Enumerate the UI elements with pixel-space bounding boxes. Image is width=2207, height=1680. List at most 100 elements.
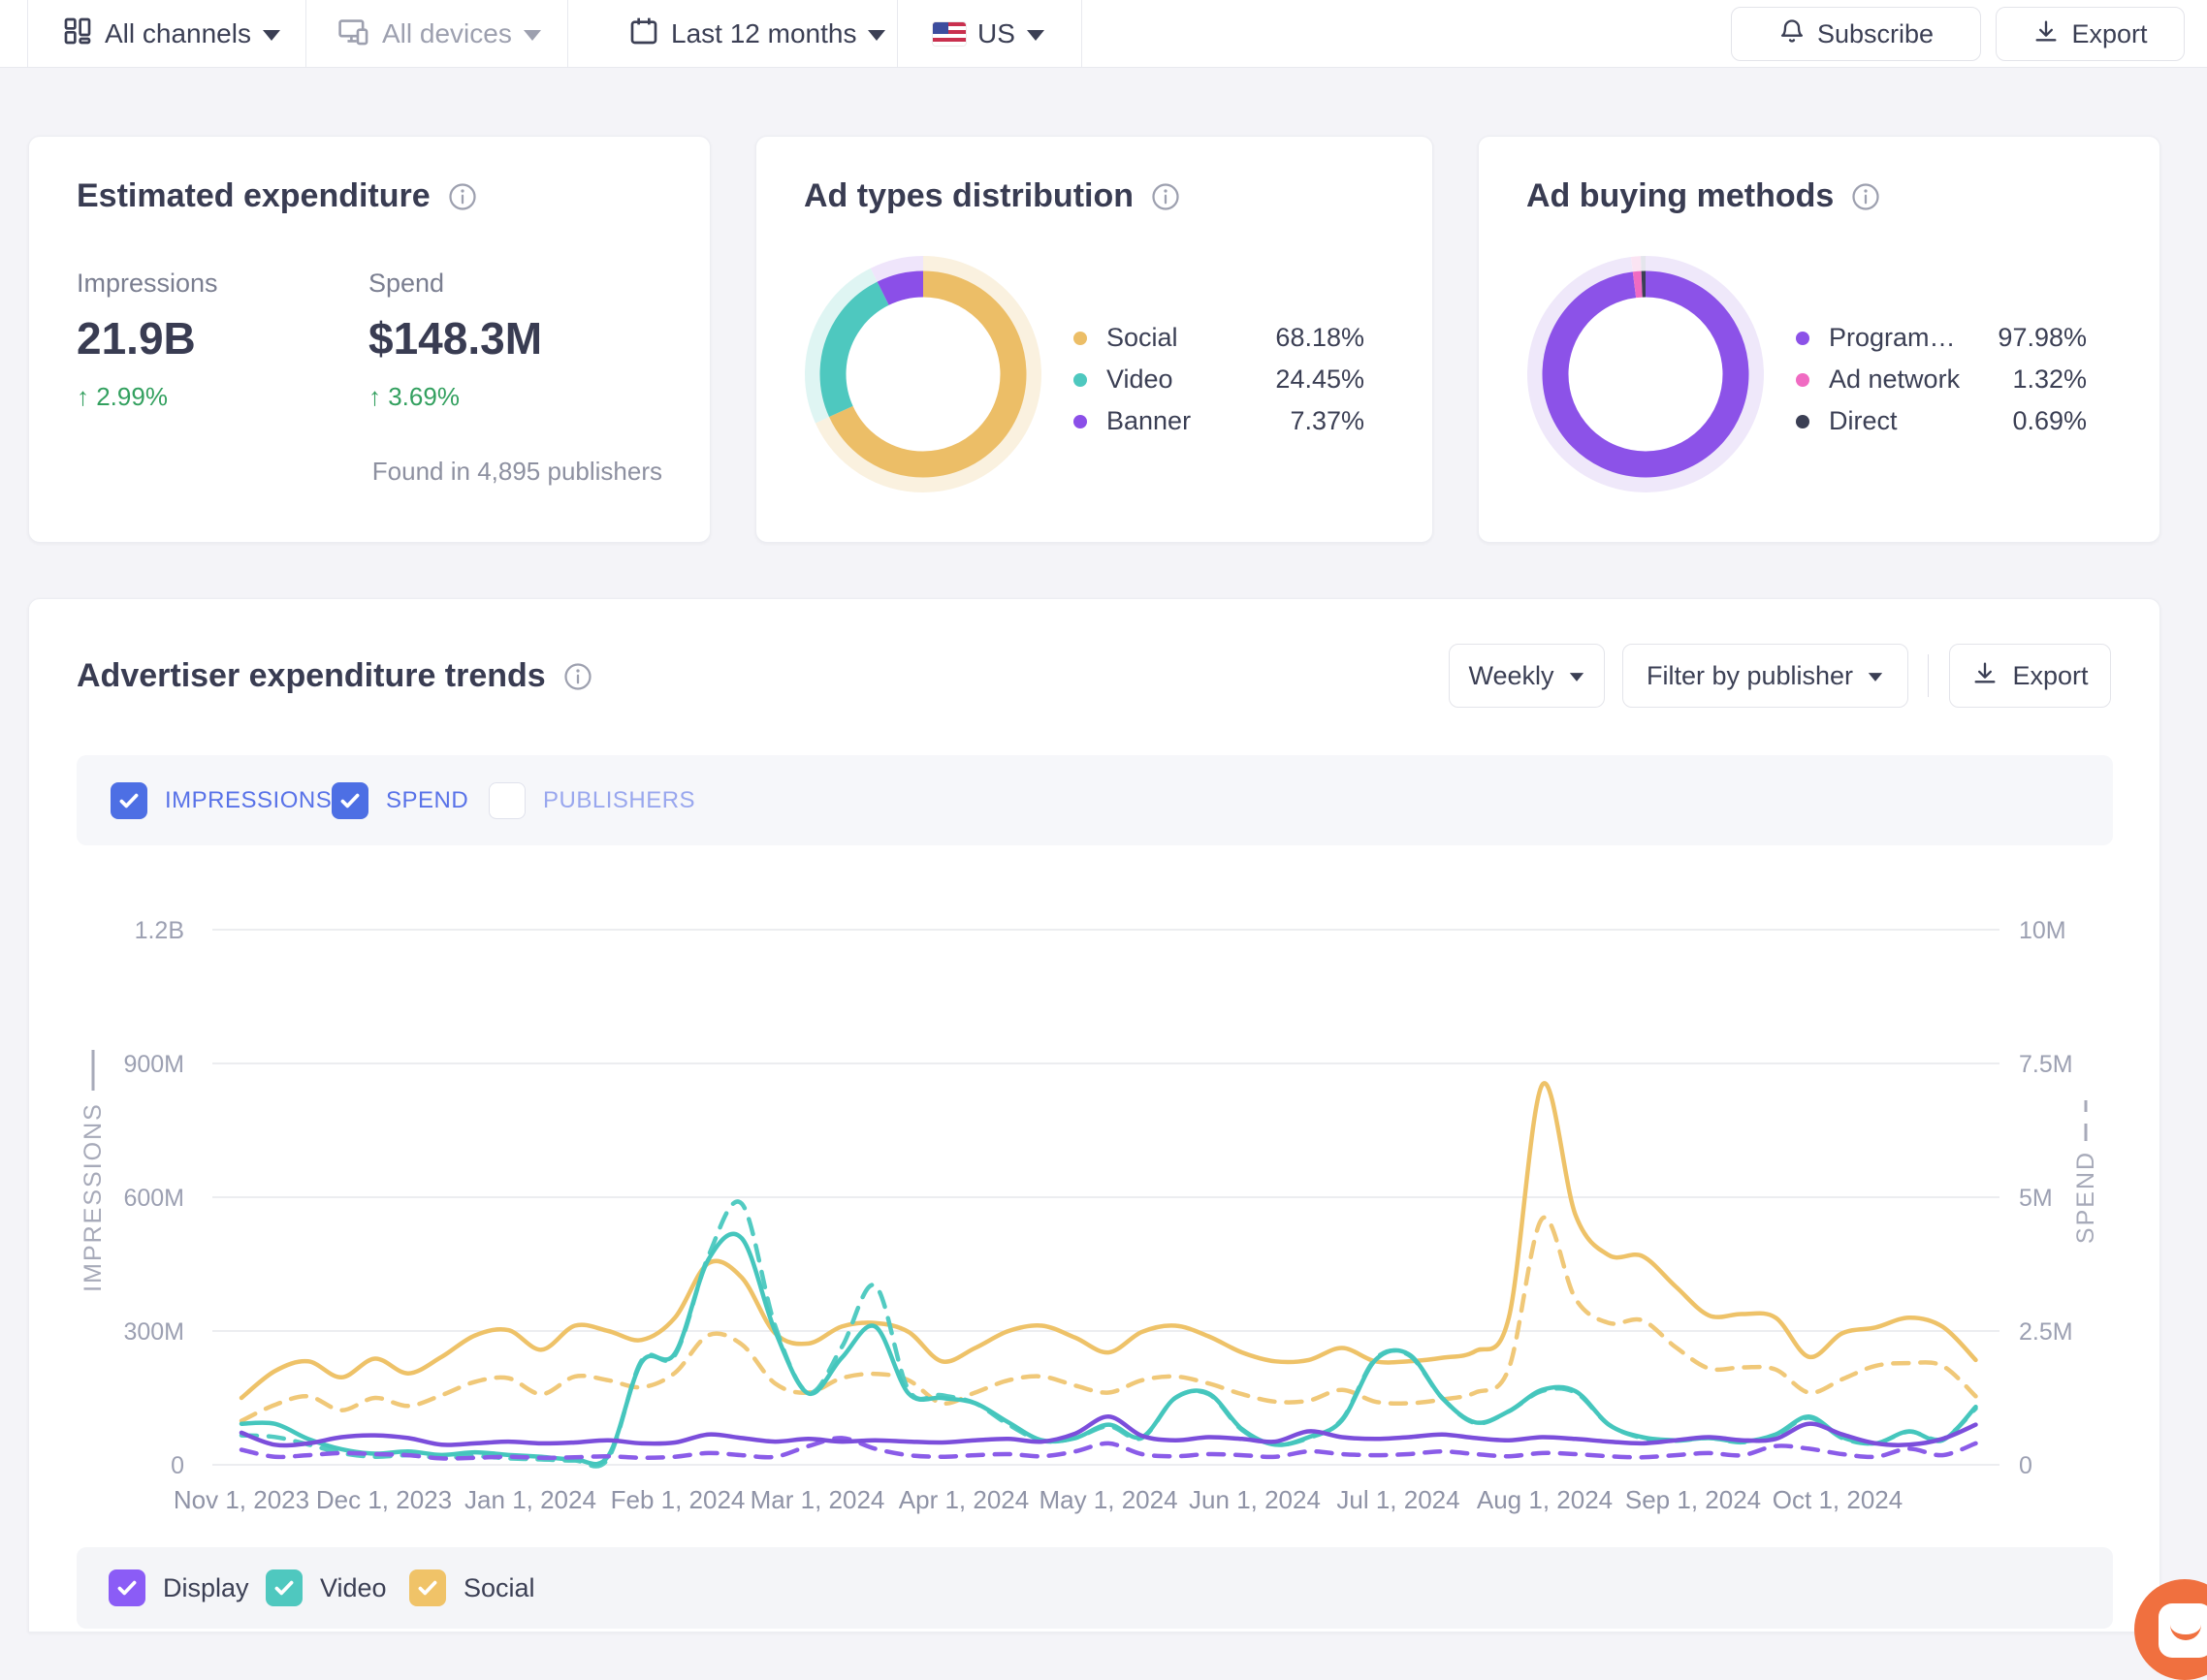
card-title: Estimated expenditure [77, 177, 477, 215]
devices-dropdown[interactable]: All devices [337, 0, 541, 68]
x-axis-tick: Nov 1, 2023 [174, 1485, 309, 1514]
left-axis-tick: 0 [171, 1452, 184, 1479]
x-axis-tick: Jan 1, 2024 [464, 1485, 596, 1514]
spend-kpi: Spend $148.3M ↑ 3.69% [368, 269, 542, 412]
series-line-display-impressions [239, 1414, 1978, 1448]
ad-buying-legend-row: Program… 97.98% [1796, 317, 2087, 359]
ad-types-legend-row: Banner 7.37% [1073, 400, 1364, 442]
ad-types-legend-row: Video 24.45% [1073, 359, 1364, 400]
toolbar-separator [305, 0, 306, 68]
x-axis-tick: Sep 1, 2024 [1625, 1485, 1761, 1514]
estimated-expenditure-title: Estimated expenditure [77, 177, 431, 214]
trends-card: Advertiser expenditure trends Weekly Fil… [28, 598, 2160, 1632]
ad-types-legend-row: Social 68.18% [1073, 317, 1364, 359]
series-toggle-bar: Display Video Social [77, 1547, 2113, 1629]
date-range-dropdown[interactable]: Last 12 months [628, 0, 886, 68]
x-axis-tick: May 1, 2024 [1039, 1485, 1177, 1514]
x-axis-tick: Jul 1, 2024 [1336, 1485, 1459, 1514]
toolbar-separator [1081, 0, 1082, 68]
x-axis-tick: Mar 1, 2024 [751, 1485, 885, 1514]
chevron-down-icon [1026, 30, 1044, 41]
impressions-kpi-label: Impressions [77, 269, 218, 298]
x-axis-tick: Dec 1, 2023 [316, 1485, 452, 1514]
ad-buying-legend: Program… 97.98% Ad network 1.32% Direct 0.69% [1796, 317, 2087, 442]
series-line-video-impressions [239, 1231, 1978, 1467]
series-toggle-video[interactable]: Video [266, 1569, 387, 1606]
ad-types-legend-label: Banner [1106, 406, 1192, 435]
ad-buying-legend-value: 0.69% [2012, 406, 2087, 435]
left-axis-tick: 300M [123, 1318, 184, 1346]
x-axis-tick: Aug 1, 2024 [1477, 1485, 1613, 1514]
calendar-icon [628, 16, 659, 53]
checkbox-checked-icon[interactable] [266, 1569, 303, 1606]
country-dropdown[interactable]: US [933, 0, 1044, 68]
ad-buying-legend-value: 97.98% [1998, 323, 2087, 352]
ad-buying-card: Ad buying methods Program… 97.98% Ad netwo… [1478, 136, 2160, 543]
legend-dot-icon [1796, 372, 1809, 387]
ad-buying-donut-chart [1515, 243, 1776, 505]
ad-types-legend-value: 24.45% [1275, 365, 1364, 394]
left-axis-title: IMPRESSIONS [80, 1102, 107, 1292]
us-flag-icon [933, 22, 966, 46]
ad-buying-legend-row: Direct 0.69% [1796, 400, 2087, 442]
impressions-kpi: Impressions 21.9B ↑ 2.99% [77, 269, 218, 412]
devices-icon [337, 16, 370, 53]
ad-buying-legend-row: Ad network 1.32% [1796, 359, 2087, 400]
date-range-label: Last 12 months [671, 18, 857, 48]
checkbox-checked-icon[interactable] [409, 1569, 446, 1606]
legend-dot-icon [1073, 372, 1087, 387]
x-axis-tick: Feb 1, 2024 [611, 1485, 746, 1514]
ad-types-legend: Social 68.18% Video 24.45% Banner 7.37% [1073, 317, 1364, 442]
left-axis-tick: 900M [123, 1051, 184, 1078]
ad-buying-legend-label: Ad network [1829, 365, 1961, 394]
info-icon[interactable] [1151, 182, 1180, 211]
publishers-note: Found in 4,895 publishers [371, 457, 662, 486]
ad-types-card: Ad types distribution Social 68.18% Video 2… [755, 136, 1433, 543]
legend-dot-icon [1796, 331, 1809, 345]
right-axis-title: SPEND [2072, 1151, 2099, 1244]
left-axis-tick: 600M [123, 1185, 184, 1212]
chevron-down-icon [262, 30, 280, 41]
series-toggle-label: Video [320, 1572, 387, 1602]
left-axis-tick: 1.2B [135, 917, 184, 944]
legend-dot-icon [1796, 414, 1809, 428]
ad-buying-title: Ad buying methods [1526, 177, 1835, 214]
right-axis-tick: 10M [2019, 917, 2066, 944]
right-axis-tick: 5M [2019, 1185, 2053, 1212]
spend-kpi-label: Spend [368, 269, 445, 298]
ad-types-title: Ad types distribution [804, 177, 1134, 214]
channels-dropdown[interactable]: All channels [62, 0, 280, 68]
toolbar-separator [897, 0, 898, 68]
bell-icon [1778, 17, 1806, 51]
checkbox-checked-icon[interactable] [109, 1569, 145, 1606]
toolbar-export-button[interactable]: Export [1996, 7, 2185, 61]
ad-types-legend-value: 7.37% [1290, 406, 1364, 435]
estimated-expenditure-card: Estimated expenditure Impressions 21.9B … [28, 136, 711, 543]
chevron-down-icon [868, 30, 886, 41]
ad-buying-segment-program [1542, 270, 1749, 478]
info-icon[interactable] [448, 182, 477, 211]
subscribe-label: Subscribe [1816, 18, 1935, 48]
series-toggle-display[interactable]: Display [109, 1569, 249, 1606]
info-icon[interactable] [1851, 182, 1880, 211]
impressions-kpi-change: ↑ 2.99% [77, 382, 168, 411]
chevron-down-icon [523, 30, 541, 41]
series-line-social-impressions [239, 1081, 1978, 1401]
card-title: Ad types distribution [804, 177, 1180, 215]
ad-types-legend-label: Social [1106, 323, 1178, 352]
top-toolbar: All channels All devices Last 12 months … [0, 0, 2207, 68]
ad-buying-segment-program [1527, 256, 1764, 492]
spend-kpi-change: ↑ 3.69% [368, 382, 460, 411]
right-axis-tick: 2.5M [2019, 1318, 2073, 1346]
x-axis-tick: Apr 1, 2024 [899, 1485, 1029, 1514]
ad-buying-legend-label: Program… [1829, 323, 1956, 352]
ad-types-donut-chart [792, 243, 1054, 505]
x-axis-tick: Jun 1, 2024 [1189, 1485, 1321, 1514]
country-label: US [977, 18, 1015, 48]
subscribe-button[interactable]: Subscribe [1731, 7, 1981, 61]
series-toggle-label: Social [464, 1572, 535, 1602]
channels-grid-icon [62, 16, 93, 53]
series-toggle-social[interactable]: Social [409, 1569, 535, 1606]
spend-kpi-value: $148.3M [368, 313, 543, 364]
toolbar-export-label: Export [2071, 18, 2148, 48]
